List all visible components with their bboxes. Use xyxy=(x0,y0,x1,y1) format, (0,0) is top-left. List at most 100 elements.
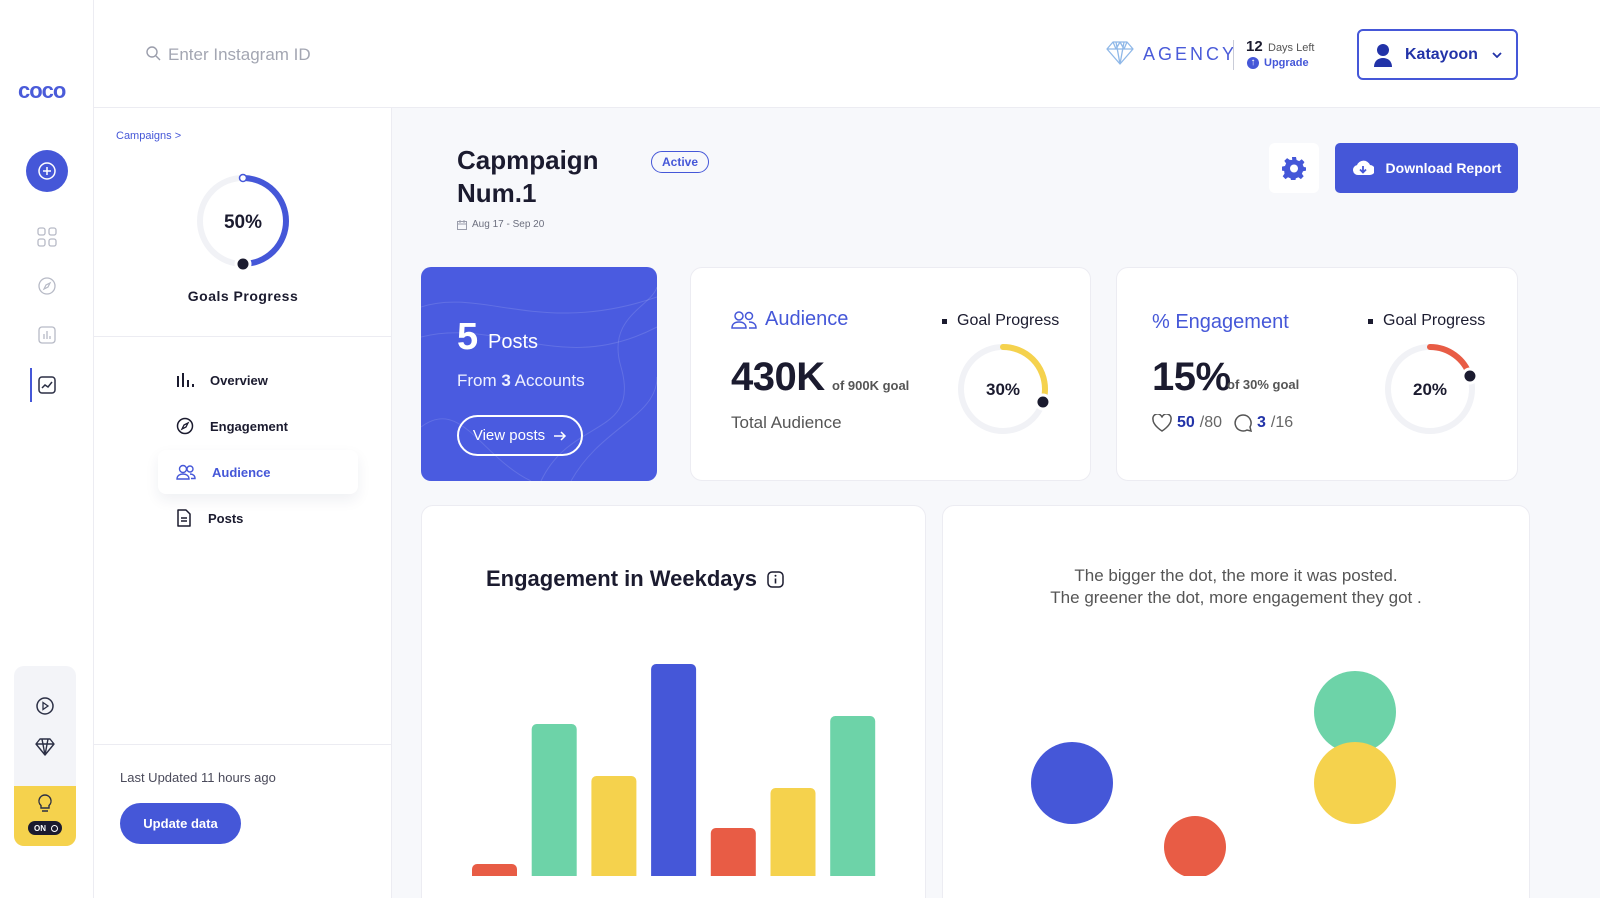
audience-goal-text: of 900K goal xyxy=(832,378,910,393)
posting-bubble[interactable] xyxy=(1031,742,1113,824)
comments-stat: 3/16 xyxy=(1234,414,1293,432)
users-icon xyxy=(176,464,196,480)
date-range: Aug 17 - Sep 20 xyxy=(457,219,544,230)
engagement-goal-text: of 30% goal xyxy=(1227,377,1300,392)
posts-from-prefix: From xyxy=(457,371,497,390)
search-icon xyxy=(146,46,161,66)
comments-total: /16 xyxy=(1270,414,1294,431)
nav-label-engagement: Engagement xyxy=(210,418,289,434)
comments-count: 3 xyxy=(1257,414,1266,431)
engagement-goal-progress-label: Goal Progress xyxy=(1368,312,1485,330)
likes-stat: 50/80 xyxy=(1152,414,1222,432)
legend-square xyxy=(942,318,947,324)
nav-item-posts[interactable]: Posts xyxy=(158,496,358,540)
engagement-title-text: % Engagement xyxy=(1152,311,1289,333)
weekday-bar[interactable] xyxy=(531,724,577,876)
rail-tutorial[interactable] xyxy=(33,694,57,718)
posting-bubble[interactable] xyxy=(1164,816,1226,876)
grid-icon xyxy=(37,227,57,247)
user-menu-button[interactable]: Katayoon xyxy=(1357,29,1518,80)
play-circle-icon xyxy=(36,697,54,715)
rail-campaigns[interactable] xyxy=(35,373,59,397)
calendar-icon xyxy=(457,219,467,230)
posts-count-word: Posts xyxy=(488,331,539,353)
compass-icon xyxy=(176,417,194,435)
nav-label-audience: Audience xyxy=(212,464,271,480)
bar-chart-icon xyxy=(177,373,194,387)
nav-item-overview[interactable]: Overview xyxy=(158,358,358,402)
weekday-bar[interactable] xyxy=(591,776,637,876)
posts-accounts-count: 3 xyxy=(501,371,511,390)
rail-explore[interactable] xyxy=(35,274,59,298)
engagement-progress-percent: 20% xyxy=(1412,380,1448,399)
weekday-bar[interactable] xyxy=(710,828,756,876)
rail-dashboard[interactable] xyxy=(35,225,59,249)
settings-button[interactable] xyxy=(1269,143,1319,193)
bubble-chart-note-line1: The bigger the dot, the more it was post… xyxy=(1074,566,1398,585)
audience-goal-progress-label: Goal Progress xyxy=(942,312,1059,330)
audience-goal-progress-text: Goal Progress xyxy=(957,312,1060,329)
comment-icon xyxy=(1234,414,1252,432)
cloud-download-icon xyxy=(1352,160,1374,175)
heart-icon xyxy=(1152,414,1172,432)
toggle-on-label: ON xyxy=(34,823,46,833)
update-data-button[interactable]: Update data xyxy=(120,803,241,844)
breadcrumb[interactable]: Campaigns > xyxy=(116,130,181,142)
upgrade-link[interactable]: ↑ Upgrade xyxy=(1247,57,1309,69)
rail-reports[interactable] xyxy=(35,323,59,347)
user-name: Katayoon xyxy=(1405,45,1478,63)
report-icon xyxy=(38,326,56,344)
audience-subtitle: Total Audience xyxy=(731,413,842,432)
instagram-id-search-input[interactable] xyxy=(168,40,468,70)
weekday-bar[interactable] xyxy=(651,664,697,876)
nav-item-engagement[interactable]: Engagement xyxy=(158,404,358,448)
download-report-button[interactable]: Download Report xyxy=(1335,143,1518,193)
rail-premium[interactable] xyxy=(33,735,57,759)
audience-value: 430K xyxy=(731,355,825,399)
last-updated-text: Last Updated 11 hours ago xyxy=(120,770,276,785)
add-campaign-button[interactable] xyxy=(26,150,68,192)
goals-progress-start xyxy=(238,173,248,183)
audience-title-text: Audience xyxy=(765,308,849,330)
posting-bubble[interactable] xyxy=(1314,671,1396,753)
arrow-right-icon xyxy=(554,430,567,441)
toggle-knob xyxy=(51,824,58,832)
weekday-bar[interactable] xyxy=(830,716,876,876)
sidebar-divider xyxy=(94,744,392,745)
nav-item-audience[interactable]: Audience xyxy=(158,450,358,494)
engagement-card-title: % Engagement xyxy=(1152,311,1289,334)
view-posts-button[interactable]: View posts xyxy=(457,415,583,456)
nav-label-overview: Overview xyxy=(210,372,268,388)
goals-progress-percent: 50% xyxy=(223,212,263,233)
agency-diamond-icon xyxy=(1106,40,1134,71)
plus-circle-icon xyxy=(38,162,56,180)
goals-progress-label: Goals Progress xyxy=(187,288,299,304)
info-icon[interactable] xyxy=(767,570,784,588)
posting-bubble[interactable] xyxy=(1314,742,1396,824)
lightbulb-icon xyxy=(38,794,52,812)
legend-square xyxy=(1368,318,1373,324)
app-logo[interactable]: coco xyxy=(18,78,66,104)
document-icon xyxy=(177,509,191,527)
engagement-goal-progress-text: Goal Progress xyxy=(1383,312,1486,329)
audience-progress-percent: 30% xyxy=(985,380,1021,399)
likes-total: /80 xyxy=(1199,414,1223,431)
rail-tips[interactable] xyxy=(33,792,57,816)
tips-toggle[interactable]: ON xyxy=(28,821,62,835)
weekday-bar-chart xyxy=(472,664,876,876)
upgrade-label: Upgrade xyxy=(1264,57,1309,69)
top-divider xyxy=(1233,40,1234,70)
weekday-bar[interactable] xyxy=(770,788,816,876)
view-posts-label: View posts xyxy=(472,427,546,444)
posts-accounts-word: Accounts xyxy=(514,371,585,390)
goals-progress-knob xyxy=(234,255,252,270)
plan-name: AGENCY xyxy=(1143,44,1238,64)
days-left-number: 12 xyxy=(1246,38,1263,55)
diamond-icon xyxy=(35,738,55,756)
trend-chart-icon xyxy=(38,376,56,394)
weekday-bar[interactable] xyxy=(472,864,517,876)
engagement-value: 15% xyxy=(1152,355,1231,399)
weekday-chart-title-text: Engagement in Weekdays xyxy=(486,566,758,591)
download-report-label: Download Report xyxy=(1385,160,1502,176)
gear-icon xyxy=(1282,157,1306,180)
